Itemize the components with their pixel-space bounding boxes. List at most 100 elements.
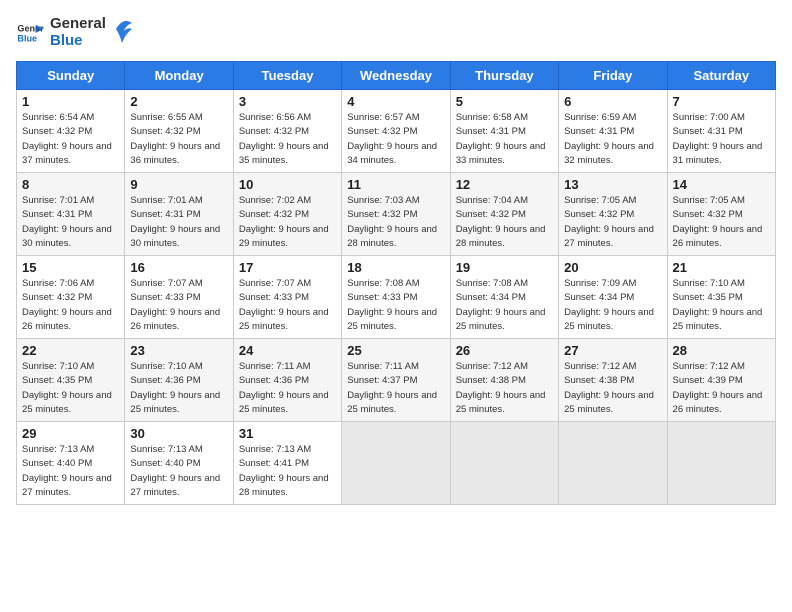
day-info: Sunrise: 7:07 AM Sunset: 4:33 PM Dayligh… (239, 277, 336, 334)
daylight-label: Daylight: 9 hours and 33 minutes. (456, 141, 546, 166)
day-number: 15 (22, 260, 119, 275)
daylight-label: Daylight: 9 hours and 28 minutes. (456, 224, 546, 249)
calendar-day-cell (450, 422, 558, 505)
day-of-week-header: Thursday (450, 62, 558, 90)
daylight-label: Daylight: 9 hours and 26 minutes. (22, 307, 112, 332)
day-of-week-header: Wednesday (342, 62, 450, 90)
day-info: Sunrise: 7:11 AM Sunset: 4:36 PM Dayligh… (239, 360, 336, 417)
calendar-day-cell: 27 Sunrise: 7:12 AM Sunset: 4:38 PM Dayl… (559, 339, 667, 422)
sunset-label: Sunset: 4:34 PM (564, 292, 634, 303)
sunrise-label: Sunrise: 7:05 AM (564, 195, 636, 206)
calendar-day-cell: 4 Sunrise: 6:57 AM Sunset: 4:32 PM Dayli… (342, 90, 450, 173)
daylight-label: Daylight: 9 hours and 32 minutes. (564, 141, 654, 166)
day-number: 2 (130, 94, 227, 109)
day-number: 17 (239, 260, 336, 275)
day-number: 26 (456, 343, 553, 358)
day-info: Sunrise: 7:10 AM Sunset: 4:35 PM Dayligh… (673, 277, 770, 334)
calendar-day-cell (559, 422, 667, 505)
daylight-label: Daylight: 9 hours and 25 minutes. (239, 390, 329, 415)
sunset-label: Sunset: 4:34 PM (456, 292, 526, 303)
day-info: Sunrise: 6:58 AM Sunset: 4:31 PM Dayligh… (456, 111, 553, 168)
logo: General Blue General Blue (16, 16, 134, 49)
daylight-label: Daylight: 9 hours and 30 minutes. (22, 224, 112, 249)
daylight-label: Daylight: 9 hours and 25 minutes. (347, 307, 437, 332)
sunset-label: Sunset: 4:35 PM (22, 375, 92, 386)
calendar-day-cell: 29 Sunrise: 7:13 AM Sunset: 4:40 PM Dayl… (17, 422, 125, 505)
calendar-day-cell: 13 Sunrise: 7:05 AM Sunset: 4:32 PM Dayl… (559, 173, 667, 256)
daylight-label: Daylight: 9 hours and 35 minutes. (239, 141, 329, 166)
day-of-week-header: Sunday (17, 62, 125, 90)
day-number: 1 (22, 94, 119, 109)
daylight-label: Daylight: 9 hours and 25 minutes. (564, 390, 654, 415)
sunset-label: Sunset: 4:32 PM (347, 209, 417, 220)
day-info: Sunrise: 7:01 AM Sunset: 4:31 PM Dayligh… (130, 194, 227, 251)
day-number: 25 (347, 343, 444, 358)
day-of-week-header: Monday (125, 62, 233, 90)
sunrise-label: Sunrise: 7:10 AM (130, 361, 202, 372)
day-info: Sunrise: 7:09 AM Sunset: 4:34 PM Dayligh… (564, 277, 661, 334)
sunset-label: Sunset: 4:31 PM (22, 209, 92, 220)
sunset-label: Sunset: 4:38 PM (564, 375, 634, 386)
day-number: 5 (456, 94, 553, 109)
sunrise-label: Sunrise: 6:57 AM (347, 112, 419, 123)
day-number: 22 (22, 343, 119, 358)
sunrise-label: Sunrise: 7:02 AM (239, 195, 311, 206)
sunrise-label: Sunrise: 7:11 AM (239, 361, 311, 372)
sunrise-label: Sunrise: 7:13 AM (130, 444, 202, 455)
calendar-day-cell: 25 Sunrise: 7:11 AM Sunset: 4:37 PM Dayl… (342, 339, 450, 422)
day-number: 28 (673, 343, 770, 358)
sunrise-label: Sunrise: 7:10 AM (673, 278, 745, 289)
header-row: SundayMondayTuesdayWednesdayThursdayFrid… (17, 62, 776, 90)
sunrise-label: Sunrise: 7:13 AM (239, 444, 311, 455)
calendar-day-cell: 18 Sunrise: 7:08 AM Sunset: 4:33 PM Dayl… (342, 256, 450, 339)
sunset-label: Sunset: 4:32 PM (347, 126, 417, 137)
day-number: 12 (456, 177, 553, 192)
day-number: 21 (673, 260, 770, 275)
day-number: 27 (564, 343, 661, 358)
daylight-label: Daylight: 9 hours and 28 minutes. (239, 473, 329, 498)
calendar-day-cell: 31 Sunrise: 7:13 AM Sunset: 4:41 PM Dayl… (233, 422, 341, 505)
day-info: Sunrise: 7:11 AM Sunset: 4:37 PM Dayligh… (347, 360, 444, 417)
day-number: 14 (673, 177, 770, 192)
header: General Blue General Blue (16, 16, 776, 49)
calendar-day-cell: 15 Sunrise: 7:06 AM Sunset: 4:32 PM Dayl… (17, 256, 125, 339)
sunrise-label: Sunrise: 7:12 AM (456, 361, 528, 372)
sunrise-label: Sunrise: 6:55 AM (130, 112, 202, 123)
sunrise-label: Sunrise: 7:08 AM (456, 278, 528, 289)
calendar-day-cell: 22 Sunrise: 7:10 AM Sunset: 4:35 PM Dayl… (17, 339, 125, 422)
day-info: Sunrise: 7:10 AM Sunset: 4:35 PM Dayligh… (22, 360, 119, 417)
sunset-label: Sunset: 4:32 PM (673, 209, 743, 220)
day-info: Sunrise: 6:54 AM Sunset: 4:32 PM Dayligh… (22, 111, 119, 168)
daylight-label: Daylight: 9 hours and 37 minutes. (22, 141, 112, 166)
sunset-label: Sunset: 4:31 PM (456, 126, 526, 137)
daylight-label: Daylight: 9 hours and 28 minutes. (347, 224, 437, 249)
daylight-label: Daylight: 9 hours and 30 minutes. (130, 224, 220, 249)
day-number: 3 (239, 94, 336, 109)
day-info: Sunrise: 7:07 AM Sunset: 4:33 PM Dayligh… (130, 277, 227, 334)
daylight-label: Daylight: 9 hours and 31 minutes. (673, 141, 763, 166)
calendar-day-cell: 1 Sunrise: 6:54 AM Sunset: 4:32 PM Dayli… (17, 90, 125, 173)
calendar-day-cell: 3 Sunrise: 6:56 AM Sunset: 4:32 PM Dayli… (233, 90, 341, 173)
day-of-week-header: Friday (559, 62, 667, 90)
day-number: 6 (564, 94, 661, 109)
calendar-day-cell: 8 Sunrise: 7:01 AM Sunset: 4:31 PM Dayli… (17, 173, 125, 256)
day-number: 30 (130, 426, 227, 441)
day-of-week-header: Saturday (667, 62, 775, 90)
daylight-label: Daylight: 9 hours and 26 minutes. (673, 390, 763, 415)
daylight-label: Daylight: 9 hours and 25 minutes. (673, 307, 763, 332)
day-number: 24 (239, 343, 336, 358)
sunrise-label: Sunrise: 7:11 AM (347, 361, 419, 372)
daylight-label: Daylight: 9 hours and 27 minutes. (130, 473, 220, 498)
calendar-day-cell: 12 Sunrise: 7:04 AM Sunset: 4:32 PM Dayl… (450, 173, 558, 256)
day-info: Sunrise: 7:12 AM Sunset: 4:38 PM Dayligh… (564, 360, 661, 417)
calendar-day-cell: 21 Sunrise: 7:10 AM Sunset: 4:35 PM Dayl… (667, 256, 775, 339)
calendar-day-cell: 11 Sunrise: 7:03 AM Sunset: 4:32 PM Dayl… (342, 173, 450, 256)
day-number: 10 (239, 177, 336, 192)
sunset-label: Sunset: 4:32 PM (456, 209, 526, 220)
sunrise-label: Sunrise: 7:07 AM (239, 278, 311, 289)
day-info: Sunrise: 7:10 AM Sunset: 4:36 PM Dayligh… (130, 360, 227, 417)
calendar-week-row: 29 Sunrise: 7:13 AM Sunset: 4:40 PM Dayl… (17, 422, 776, 505)
day-info: Sunrise: 7:06 AM Sunset: 4:32 PM Dayligh… (22, 277, 119, 334)
sunrise-label: Sunrise: 7:01 AM (22, 195, 94, 206)
day-number: 19 (456, 260, 553, 275)
